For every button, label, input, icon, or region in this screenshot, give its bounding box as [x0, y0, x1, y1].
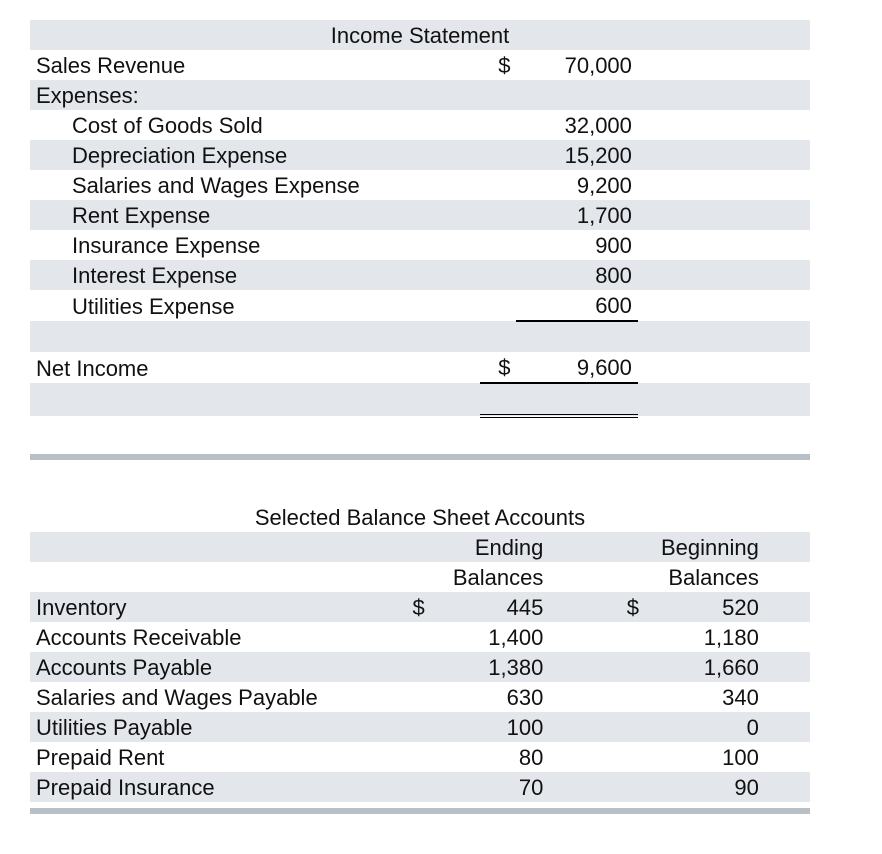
- sales-revenue-value: 70,000: [516, 50, 637, 80]
- expense-label: Salaries and Wages Expense: [30, 170, 480, 200]
- beginning-balance: 1,180: [645, 622, 765, 652]
- beginning-balance: 90: [645, 772, 765, 802]
- table-row: Selected Balance Sheet Accounts: [30, 502, 810, 532]
- expense-label: Insurance Expense: [30, 230, 480, 260]
- table-row: Net Income $ 9,600: [30, 352, 810, 383]
- beginning-balance: 340: [645, 682, 765, 712]
- col-header: Balances: [645, 562, 765, 592]
- beginning-balance: 100: [645, 742, 765, 772]
- table-row: Accounts Payable 1,380 1,660: [30, 652, 810, 682]
- currency-symbol: $: [609, 592, 645, 622]
- table-row: Prepaid Rent 80 100: [30, 742, 810, 772]
- table-row: Ending Beginning: [30, 532, 810, 562]
- col-header: Ending: [431, 532, 550, 562]
- expense-label: Interest Expense: [30, 260, 480, 290]
- ending-balance: 445: [431, 592, 550, 622]
- table-row: Utilities Expense 600: [30, 290, 810, 321]
- currency-symbol: $: [480, 50, 517, 80]
- table-row: [30, 383, 810, 416]
- col-header: Balances: [431, 562, 550, 592]
- ending-balance: 80: [431, 742, 550, 772]
- expense-value: 9,200: [516, 170, 637, 200]
- table-row: Cost of Goods Sold 32,000: [30, 110, 810, 140]
- table-row: Accounts Receivable 1,400 1,180: [30, 622, 810, 652]
- currency-symbol: $: [480, 352, 517, 383]
- expense-value: 900: [516, 230, 637, 260]
- beginning-balance: 0: [645, 712, 765, 742]
- table-row: Income Statement: [30, 20, 810, 50]
- ending-balance: 1,400: [431, 622, 550, 652]
- table-row: Depreciation Expense 15,200: [30, 140, 810, 170]
- col-header: Beginning: [645, 532, 765, 562]
- account-label: Accounts Receivable: [30, 622, 395, 652]
- divider: [30, 808, 810, 814]
- table-row: Salaries and Wages Payable 630 340: [30, 682, 810, 712]
- table-row: Interest Expense 800: [30, 260, 810, 290]
- ending-balance: 1,380: [431, 652, 550, 682]
- expense-label: Cost of Goods Sold: [30, 110, 480, 140]
- sales-revenue-label: Sales Revenue: [30, 50, 480, 80]
- account-label: Inventory: [30, 592, 395, 622]
- expense-value: 1,700: [516, 200, 637, 230]
- table-row: Inventory $ 445 $ 520: [30, 592, 810, 622]
- expense-label: Rent Expense: [30, 200, 480, 230]
- account-label: Prepaid Insurance: [30, 772, 395, 802]
- expenses-header: Expenses:: [30, 80, 480, 110]
- net-income-label: Net Income: [30, 352, 480, 383]
- income-statement-title: Income Statement: [30, 20, 810, 50]
- table-row: Insurance Expense 900: [30, 230, 810, 260]
- expense-value: 32,000: [516, 110, 637, 140]
- balance-sheet-title: Selected Balance Sheet Accounts: [30, 502, 810, 532]
- beginning-balance: 520: [645, 592, 765, 622]
- table-row: Balances Balances: [30, 562, 810, 592]
- table-row: [30, 416, 810, 448]
- ending-balance: 100: [431, 712, 550, 742]
- currency-symbol: $: [395, 592, 431, 622]
- divider: [30, 454, 810, 460]
- account-label: Salaries and Wages Payable: [30, 682, 395, 712]
- expense-label: Depreciation Expense: [30, 140, 480, 170]
- expense-label: Utilities Expense: [30, 290, 480, 321]
- balance-sheet-table: Selected Balance Sheet Accounts Ending B…: [30, 502, 810, 802]
- account-label: Accounts Payable: [30, 652, 395, 682]
- account-label: Utilities Payable: [30, 712, 395, 742]
- table-row: Rent Expense 1,700: [30, 200, 810, 230]
- table-row: [30, 321, 810, 352]
- ending-balance: 630: [431, 682, 550, 712]
- expense-value: 600: [516, 290, 637, 321]
- beginning-balance: 1,660: [645, 652, 765, 682]
- income-statement-table: Income Statement Sales Revenue $ 70,000 …: [30, 20, 810, 448]
- expense-value: 800: [516, 260, 637, 290]
- table-row: Sales Revenue $ 70,000: [30, 50, 810, 80]
- table-row: Prepaid Insurance 70 90: [30, 772, 810, 802]
- table-row: Expenses:: [30, 80, 810, 110]
- table-row: Utilities Payable 100 0: [30, 712, 810, 742]
- expense-value: 15,200: [516, 140, 637, 170]
- ending-balance: 70: [431, 772, 550, 802]
- table-row: Salaries and Wages Expense 9,200: [30, 170, 810, 200]
- account-label: Prepaid Rent: [30, 742, 395, 772]
- net-income-value: 9,600: [516, 352, 637, 383]
